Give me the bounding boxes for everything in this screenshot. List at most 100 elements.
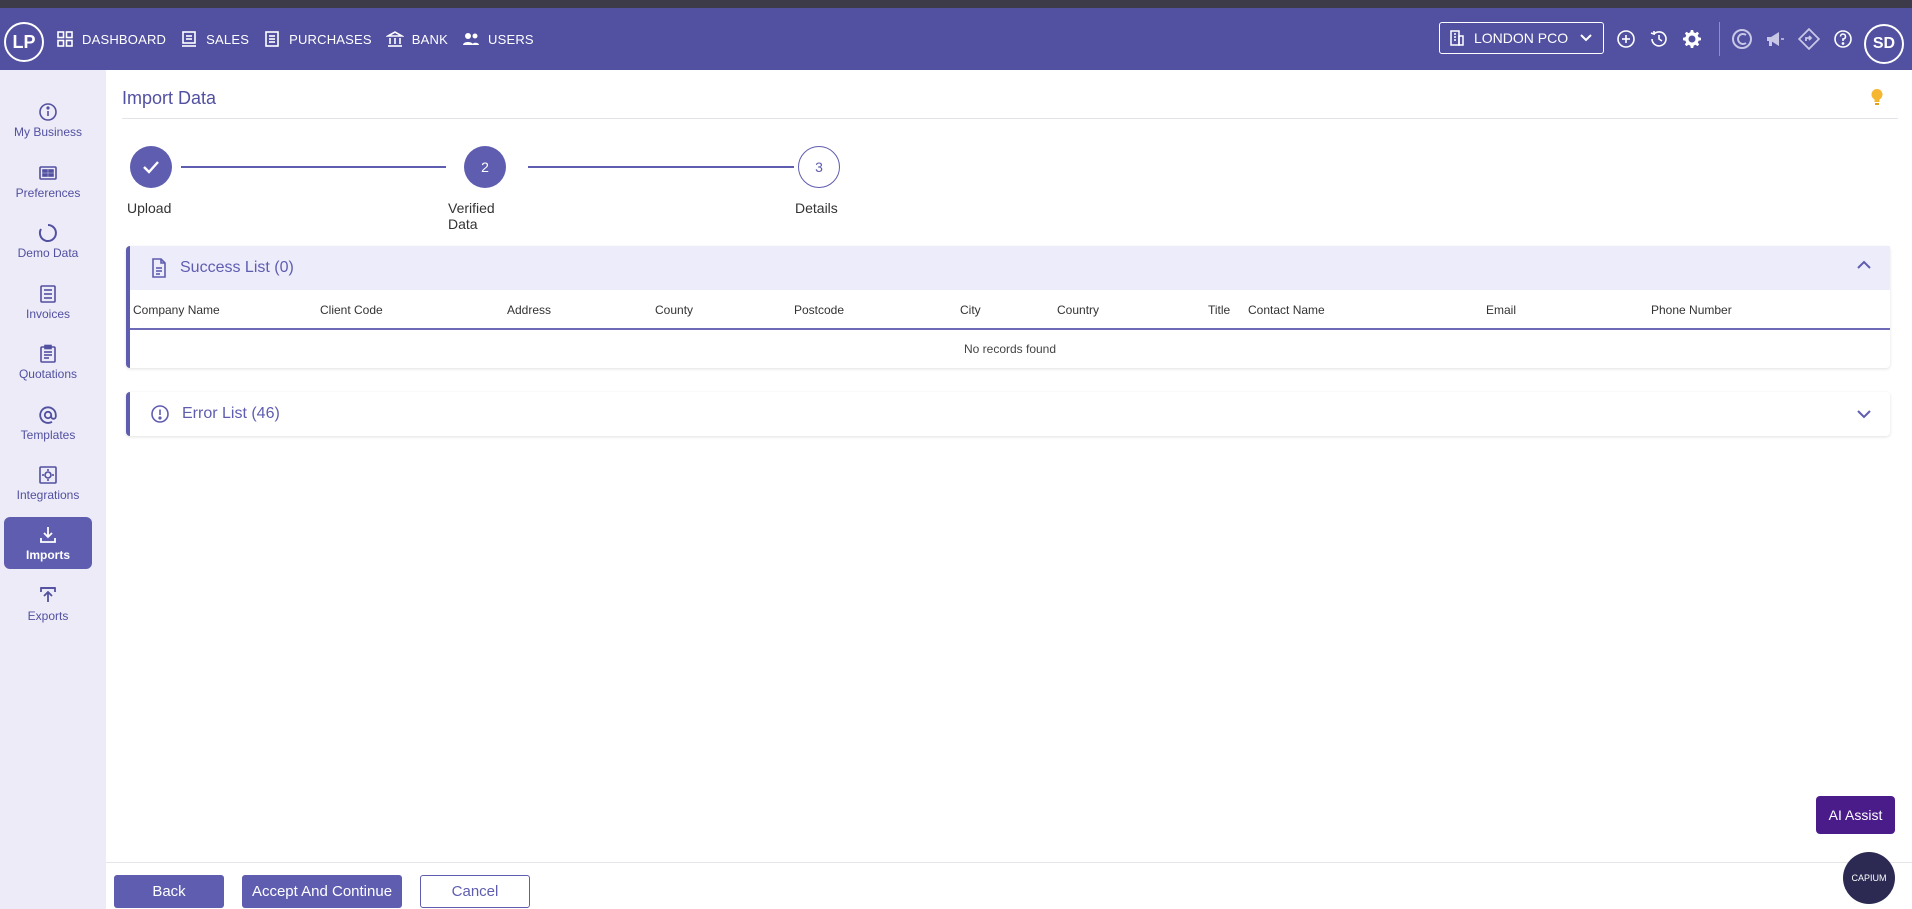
sidebar-item-label: My Business [13,124,83,139]
success-list-panel: Success List (0) Company Name Client Cod… [126,246,1890,368]
column-header[interactable]: City [960,303,981,317]
error-list-panel: Error List (46) [126,392,1890,436]
nav-users-label: USERS [488,31,534,47]
sidebar-item-label: Quotations [18,366,78,381]
sidebar-item-templates[interactable]: Templates [4,397,92,449]
page-title: Import Data [122,88,217,108]
success-list-header[interactable]: Success List (0) [130,246,1890,290]
sidebar-item-label: Imports [25,547,70,562]
column-header[interactable]: Email [1486,303,1516,317]
alert-circle-icon [151,405,169,423]
back-button[interactable]: Back [114,875,224,908]
nav-bank-label: BANK [411,31,448,47]
ai-assist-button[interactable]: AI Assist [1816,796,1895,834]
invoice-icon [40,284,56,303]
company-selector[interactable]: LONDON PCO [1439,22,1604,54]
preferences-icon [39,165,57,180]
empty-state-text: No records found [963,342,1057,356]
column-header[interactable]: Country [1057,303,1099,317]
step-details-label: Details [795,200,838,216]
column-header[interactable]: Postcode [794,303,844,317]
dashboard-icon [57,31,73,47]
sidebar-item-label: Exports [27,608,69,623]
cancel-button[interactable]: Cancel [420,875,530,908]
success-list-title: Success List (0) [180,259,294,276]
sidebar-item-exports[interactable]: Exports [4,578,92,630]
add-circle-icon[interactable] [1615,28,1637,50]
sidebar-item-invoices[interactable]: Invoices [4,276,92,328]
column-header[interactable]: Title [1208,303,1230,317]
column-header[interactable]: Company Name [133,303,220,317]
sidebar-item-label: Demo Data [17,245,79,260]
integration-gear-icon [39,465,57,484]
check-icon [143,161,159,174]
title-divider [122,118,1898,119]
gear-icon[interactable] [1681,28,1703,50]
sidebar-item-my-business[interactable]: My Business [4,94,92,146]
column-header[interactable]: Client Code [320,303,383,317]
company-logo[interactable]: LP [4,22,44,62]
nav-sales[interactable]: SALES [180,30,249,48]
top-navigation-bar: LP DASHBOARD SALES PURCHASES BANK USERS … [0,8,1912,70]
sidebar-item-imports[interactable]: Imports [4,517,92,569]
column-header[interactable]: Contact Name [1248,303,1325,317]
document-icon [152,258,166,278]
step-details-circle[interactable]: 3 [798,146,840,188]
error-list-header[interactable]: Error List (46) [130,392,1890,436]
capium-chat-launcher[interactable]: CAPIUM [1843,852,1895,904]
sidebar-item-label: Integrations [16,487,80,502]
sales-icon [182,31,197,47]
info-icon [39,102,57,121]
directions-icon[interactable] [1798,28,1820,50]
step-connector [181,166,446,168]
error-list-title: Error List (46) [182,405,280,422]
sidebar-item-label: Preferences [15,185,81,200]
nav-dashboard[interactable]: DASHBOARD [56,30,166,48]
column-header[interactable]: Address [507,303,551,317]
window-top-strip [0,0,1912,8]
action-footer: Back Accept And Continue Cancel [106,862,1912,909]
at-sign-icon [39,405,57,424]
lightbulb-icon[interactable] [1870,88,1884,111]
company-name: LONDON PCO [1474,30,1569,46]
sidebar-item-integrations[interactable]: Integrations [4,457,92,509]
nav-dashboard-label: DASHBOARD [82,31,167,47]
history-icon[interactable] [1648,28,1670,50]
download-icon [40,526,56,543]
sidebar-item-label: Invoices [25,306,71,321]
upload-icon [40,586,56,602]
nav-sales-label: SALES [206,31,250,47]
main-content: Import Data Upload 2 Verified Data 3 Det… [106,70,1912,909]
purchases-icon [265,31,279,47]
toolbar-divider [1719,22,1720,56]
sidebar: My Business Preferences Demo Data Invoic… [0,70,106,909]
chevron-up-icon[interactable] [1856,259,1872,271]
refresh-circle-icon [38,223,57,242]
nav-purchases[interactable]: PURCHASES [263,30,372,48]
step-verified-circle[interactable]: 2 [464,146,506,188]
step-upload-circle[interactable] [130,146,172,188]
column-header[interactable]: County [655,303,693,317]
nav-bank[interactable]: BANK [385,30,448,48]
user-avatar[interactable]: SD [1864,24,1904,64]
nav-purchases-label: PURCHASES [289,31,372,47]
step-upload-label: Upload [127,200,172,216]
step-connector [528,166,794,168]
megaphone-icon[interactable] [1764,28,1786,50]
chevron-down-icon[interactable] [1856,408,1872,420]
main-nav: DASHBOARD SALES PURCHASES BANK USERS [56,30,534,48]
chevron-down-icon [1580,34,1592,42]
sidebar-item-quotations[interactable]: Quotations [4,336,92,388]
help-icon[interactable] [1832,28,1854,50]
accept-continue-button[interactable]: Accept And Continue [242,875,402,908]
success-table-header: Company Name Client Code Address County … [130,290,1890,330]
clipboard-icon [40,344,56,363]
sidebar-item-demo-data[interactable]: Demo Data [4,215,92,267]
sidebar-item-preferences[interactable]: Preferences [4,155,92,207]
column-header[interactable]: Phone Number [1651,303,1732,317]
nav-users[interactable]: USERS [462,30,534,48]
step-verified-label: Verified Data [448,200,495,232]
bank-icon [385,31,404,47]
sidebar-item-label: Templates [20,427,76,442]
capium-c-icon[interactable] [1731,28,1753,50]
